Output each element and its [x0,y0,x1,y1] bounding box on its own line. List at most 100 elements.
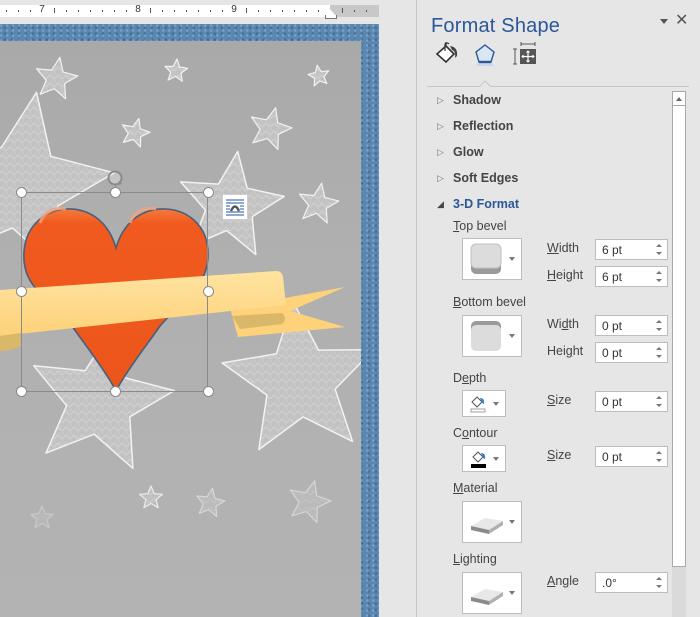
resize-handle-e[interactable] [203,286,214,297]
spin-down-icon[interactable] [656,355,662,358]
lighting-gallery[interactable] [462,572,522,614]
bevel-preview-icon [471,321,501,351]
ruler-tick [294,10,295,12]
ruler-tick [18,10,19,12]
resize-handle-nw[interactable] [16,187,27,198]
spin-up-icon[interactable] [656,347,662,350]
fill-color-icon [470,396,486,413]
scroll-up-arrow-icon[interactable] [672,91,686,106]
bottom-bevel-label: Bottom bevel [453,295,526,309]
bottom-bevel-width-spinner[interactable] [595,315,668,336]
spin-down-icon[interactable] [656,328,662,331]
resize-handle-ne[interactable] [203,187,214,198]
ruler-tick [174,10,175,12]
page[interactable] [0,41,361,617]
top-bevel-gallery[interactable] [462,238,522,280]
ruler-number: 7 [39,4,45,15]
top-bevel-height-label: Height [547,268,584,282]
depth-size-spinner[interactable] [595,391,668,412]
top-bevel-width-label: Width [547,241,579,255]
section-soft-edges[interactable]: ▷ Soft Edges [437,171,518,185]
scrollbar-thumb[interactable] [672,91,686,567]
spin-up-icon[interactable] [656,451,662,454]
document-canvas[interactable] [0,24,379,617]
ruler-tick [30,10,31,12]
page-artwork [0,56,361,529]
section-shadow[interactable]: ▷ Shadow [437,93,501,107]
contour-size-spinner[interactable] [595,446,668,467]
star-shape [139,485,163,509]
ruler-tick [78,10,79,12]
spin-up-icon[interactable] [656,244,662,247]
chevron-down-icon[interactable] [660,19,668,24]
star-shape [164,58,189,82]
spin-down-icon[interactable] [656,459,662,462]
rotate-handle-icon[interactable] [106,169,124,187]
bottom-bevel-height-spinner[interactable] [595,342,668,363]
star-shape [250,107,293,151]
dropdown-caret-icon [509,520,515,524]
bottom-bevel-width-input[interactable] [596,316,652,335]
spin-down-icon[interactable] [656,279,662,282]
top-bevel-width-spinner[interactable] [595,239,668,260]
ruler-tick [318,10,319,12]
spin-up-icon[interactable] [656,577,662,580]
bottom-bevel-height-input[interactable] [596,343,652,362]
format-shape-pane: Format Shape ✕ ▷ Shadow ▷ Reflection ▷ Gl [417,0,700,617]
ruler-tick [342,8,343,13]
top-bevel-height-input[interactable] [596,267,652,286]
spin-up-icon[interactable] [656,271,662,274]
pentagon-icon[interactable] [472,42,498,66]
contour-size-input[interactable] [596,447,652,466]
right-indent-marker[interactable] [325,9,337,19]
pane-scrollbar[interactable] [672,91,686,617]
spin-down-icon[interactable] [656,252,662,255]
star-shape [30,505,54,529]
spin-up-icon[interactable] [656,320,662,323]
ruler-tick [186,10,187,12]
resize-handle-w[interactable] [16,286,27,297]
section-3d-format[interactable]: ◢ 3-D Format [437,197,519,211]
spin-down-icon[interactable] [656,404,662,407]
ruler-tick [162,10,163,12]
resize-handle-s[interactable] [110,386,121,397]
ruler-tick [354,10,355,12]
dropdown-caret-icon [509,334,515,338]
lighting-angle-spinner[interactable] [595,572,668,593]
resize-handle-sw[interactable] [16,386,27,397]
ruler-tick [222,10,223,12]
contour-label: Contour [453,426,498,440]
top-bevel-width-input[interactable] [596,240,652,259]
size-position-icon[interactable] [513,42,539,66]
lighting-angle-input[interactable] [596,573,652,592]
top-bevel-height-spinner[interactable] [595,266,668,287]
bevel-preview-icon [470,243,502,274]
material-gallery[interactable] [462,501,522,543]
star-shape [289,480,332,524]
ruler-tick [54,8,55,13]
resize-handle-se[interactable] [203,386,214,397]
ruler-tick [66,10,67,12]
depth-color-dropdown[interactable] [462,390,506,417]
section-glow[interactable]: ▷ Glow [437,145,484,159]
ruler-tick [366,10,367,12]
bottom-bevel-height-label: Height [547,344,584,358]
star-shape [121,117,151,148]
dropdown-caret-icon [493,457,499,461]
bottom-bevel-gallery[interactable] [462,315,522,357]
layout-options-icon [226,199,244,216]
section-reflection[interactable]: ▷ Reflection [437,119,513,133]
depth-size-input[interactable] [596,392,652,411]
spin-down-icon[interactable] [656,585,662,588]
contour-color-dropdown[interactable] [462,445,506,472]
bottom-bevel-width-label: Width [547,317,579,331]
layout-options-button[interactable] [222,194,248,220]
ruler-tick [114,10,115,12]
resize-handle-n[interactable] [110,187,121,198]
spin-up-icon[interactable] [656,396,662,399]
star-shape [196,487,226,518]
close-icon[interactable]: ✕ [675,13,688,29]
horizontal-ruler[interactable]: 7 8 9 [0,4,379,19]
paint-bucket-icon[interactable] [434,42,460,66]
ruler-tick [150,8,151,13]
